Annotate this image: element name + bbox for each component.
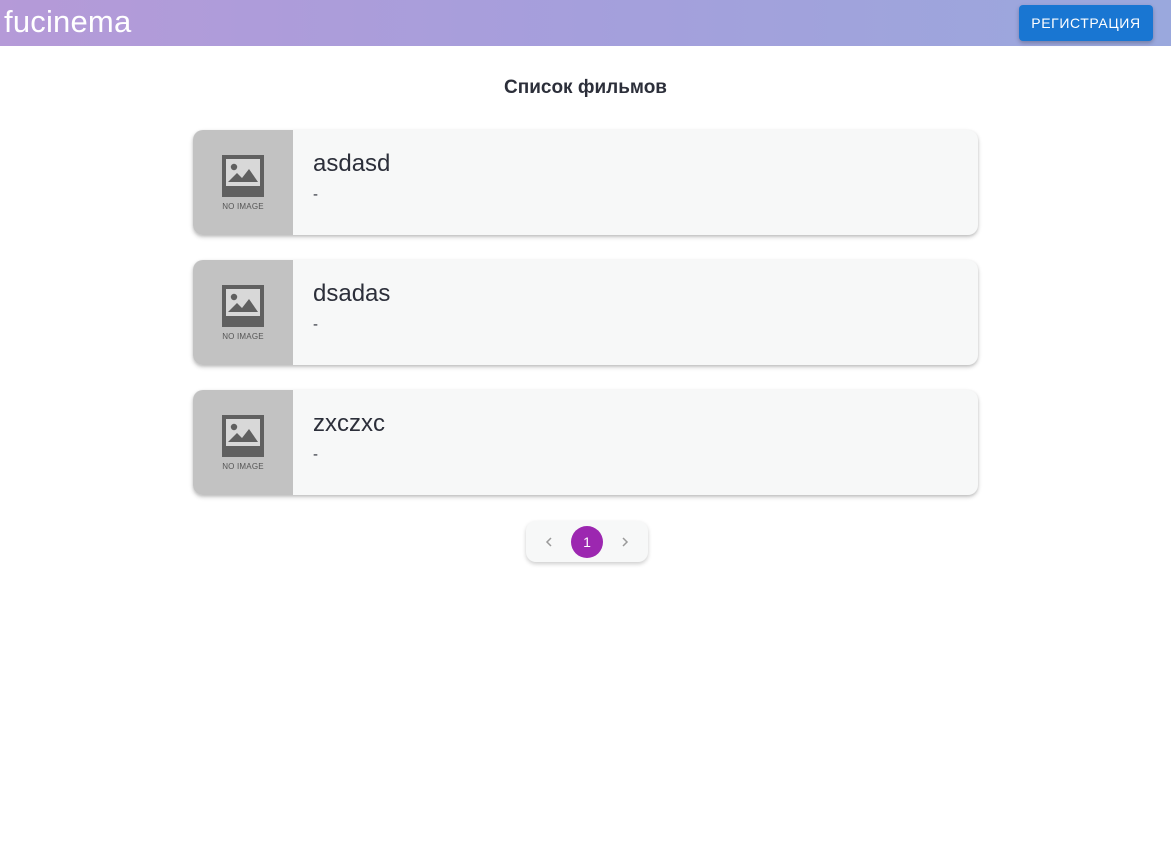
page-title: Список фильмов <box>504 77 667 98</box>
no-image-label: NO IMAGE <box>222 202 264 211</box>
film-card[interactable]: NO IMAGE dsadas - <box>193 260 978 365</box>
film-info: asdasd - <box>293 130 410 235</box>
film-description: - <box>313 186 318 203</box>
film-poster-placeholder: NO IMAGE <box>193 260 293 365</box>
chevron-right-icon <box>622 536 629 547</box>
film-title[interactable]: asdasd <box>313 150 390 178</box>
register-button[interactable]: РЕГИСТРАЦИЯ <box>1019 5 1153 41</box>
previous-page-button[interactable] <box>533 526 565 558</box>
image-placeholder-icon <box>222 415 264 457</box>
no-image-label: NO IMAGE <box>222 332 264 341</box>
app-logo[interactable]: fucinema <box>4 6 131 37</box>
next-page-button[interactable] <box>609 526 641 558</box>
chevron-left-icon <box>545 536 552 547</box>
image-placeholder-icon <box>222 155 264 197</box>
film-info: dsadas - <box>293 260 410 365</box>
no-image-label: NO IMAGE <box>222 462 264 471</box>
page-1-button[interactable]: 1 <box>571 525 603 558</box>
film-card[interactable]: NO IMAGE zxczxc - <box>193 390 978 495</box>
film-title[interactable]: zxczxc <box>313 410 385 438</box>
pagination: 1 <box>526 521 648 562</box>
film-title[interactable]: dsadas <box>313 280 390 308</box>
film-description: - <box>313 316 318 333</box>
film-card[interactable]: NO IMAGE asdasd - <box>193 130 978 235</box>
film-poster-placeholder: NO IMAGE <box>193 130 293 235</box>
image-placeholder-icon <box>222 285 264 327</box>
film-description: - <box>313 446 318 463</box>
film-info: zxczxc - <box>293 390 405 495</box>
film-list: NO IMAGE asdasd - NO IMAGE dsadas - NO I… <box>193 130 978 520</box>
film-poster-placeholder: NO IMAGE <box>193 390 293 495</box>
app-bar: fucinema РЕГИСТРАЦИЯ <box>0 0 1171 46</box>
